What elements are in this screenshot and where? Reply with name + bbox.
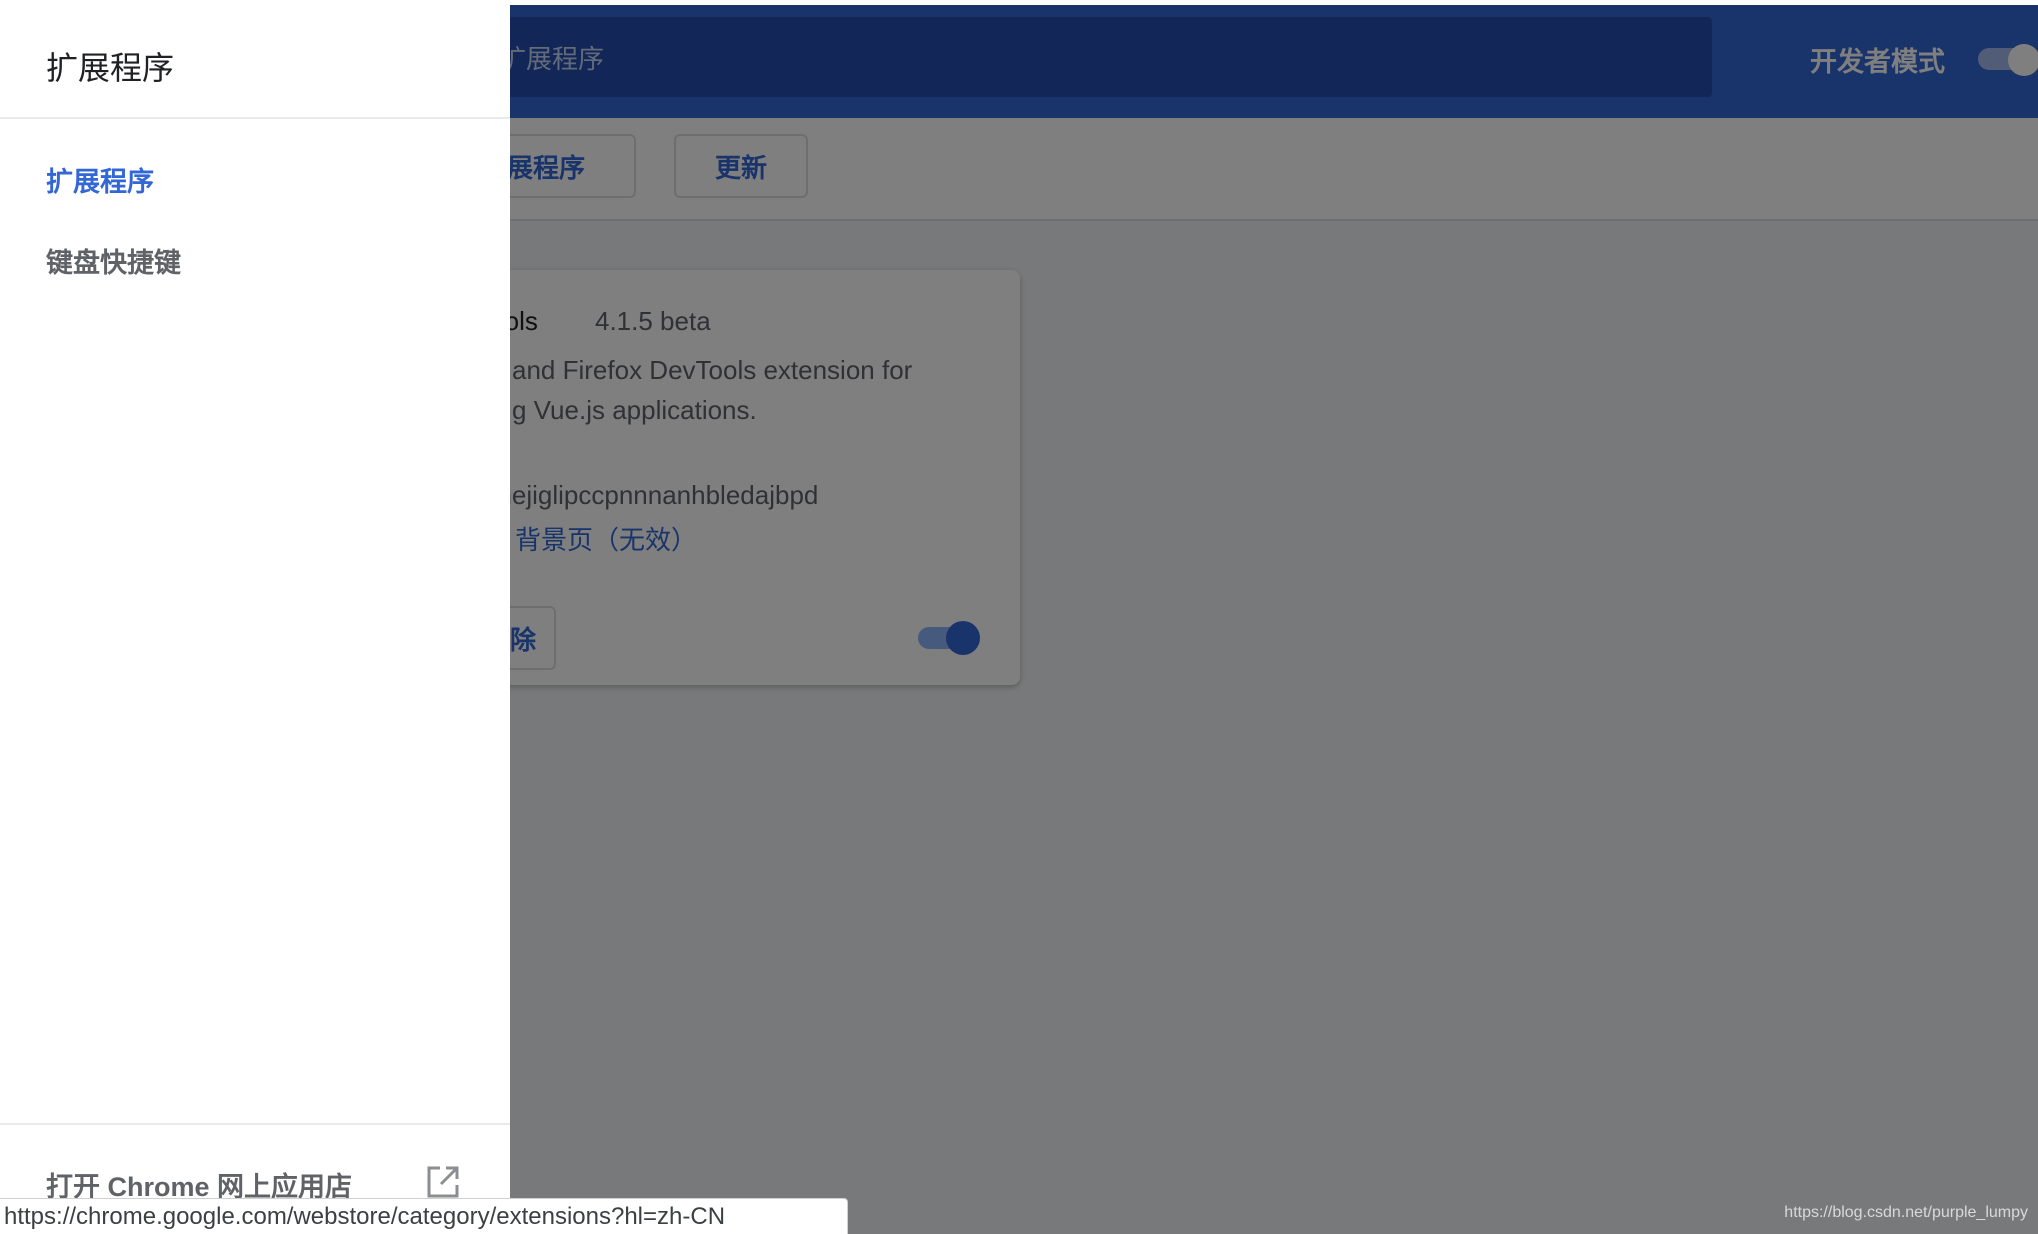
drawer-title: 扩展程序	[46, 50, 175, 86]
nav-item-keyboard-shortcuts[interactable]: 键盘快捷键	[46, 241, 181, 280]
status-bar-url: https://chrome.google.com/webstore/categ…	[0, 1198, 848, 1234]
side-drawer: 扩展程序 扩展程序 键盘快捷键 打开 Chrome 网上应用店	[0, 5, 510, 1234]
drawer-divider	[0, 1123, 510, 1125]
watermark: https://blog.csdn.net/purple_lumpy	[1784, 1204, 2028, 1221]
nav-item-extensions[interactable]: 扩展程序	[46, 160, 154, 199]
open-in-new-icon[interactable]	[426, 1165, 460, 1199]
drawer-header: 扩展程序	[0, 5, 510, 119]
